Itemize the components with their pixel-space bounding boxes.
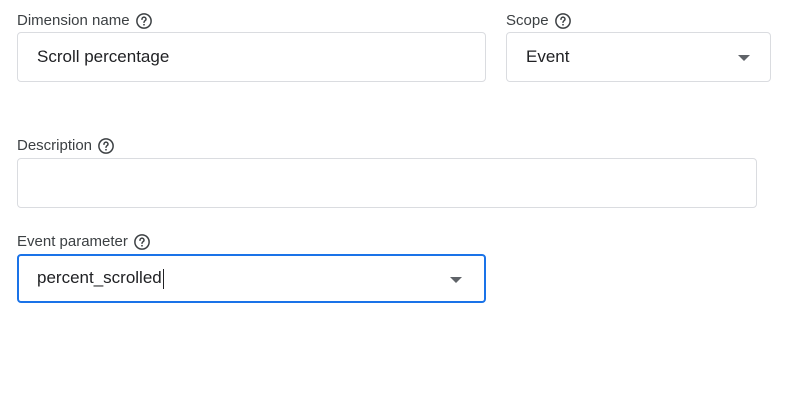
event-parameter-label-group: Event parameter xyxy=(17,233,151,251)
event-parameter-value: percent_scrolled xyxy=(37,268,162,288)
scope-selected-value: Event xyxy=(526,47,570,66)
scope-label: Scope xyxy=(506,12,549,29)
help-circle-icon[interactable] xyxy=(133,233,151,251)
scope-label-group: Scope xyxy=(506,12,572,30)
help-circle-icon[interactable] xyxy=(135,12,153,30)
dimension-name-label: Dimension name xyxy=(17,12,130,29)
description-label-group: Description xyxy=(17,137,115,155)
dimension-name-label-group: Dimension name xyxy=(17,12,153,30)
help-circle-icon[interactable] xyxy=(97,137,115,155)
event-parameter-label: Event parameter xyxy=(17,233,128,250)
dropdown-arrow-icon[interactable] xyxy=(450,276,462,283)
event-parameter-combobox[interactable]: percent_scrolled xyxy=(17,254,486,303)
help-circle-icon[interactable] xyxy=(554,12,572,30)
description-input[interactable] xyxy=(17,158,757,208)
dimension-name-value: Scroll percentage xyxy=(37,47,170,66)
description-label: Description xyxy=(17,137,93,154)
scope-select[interactable]: Event xyxy=(506,32,771,82)
event-parameter-value-wrap: percent_scrolled xyxy=(19,268,164,289)
dropdown-arrow-icon[interactable] xyxy=(738,55,750,61)
text-cursor xyxy=(162,268,164,289)
dimension-name-input[interactable]: Scroll percentage xyxy=(17,32,486,82)
